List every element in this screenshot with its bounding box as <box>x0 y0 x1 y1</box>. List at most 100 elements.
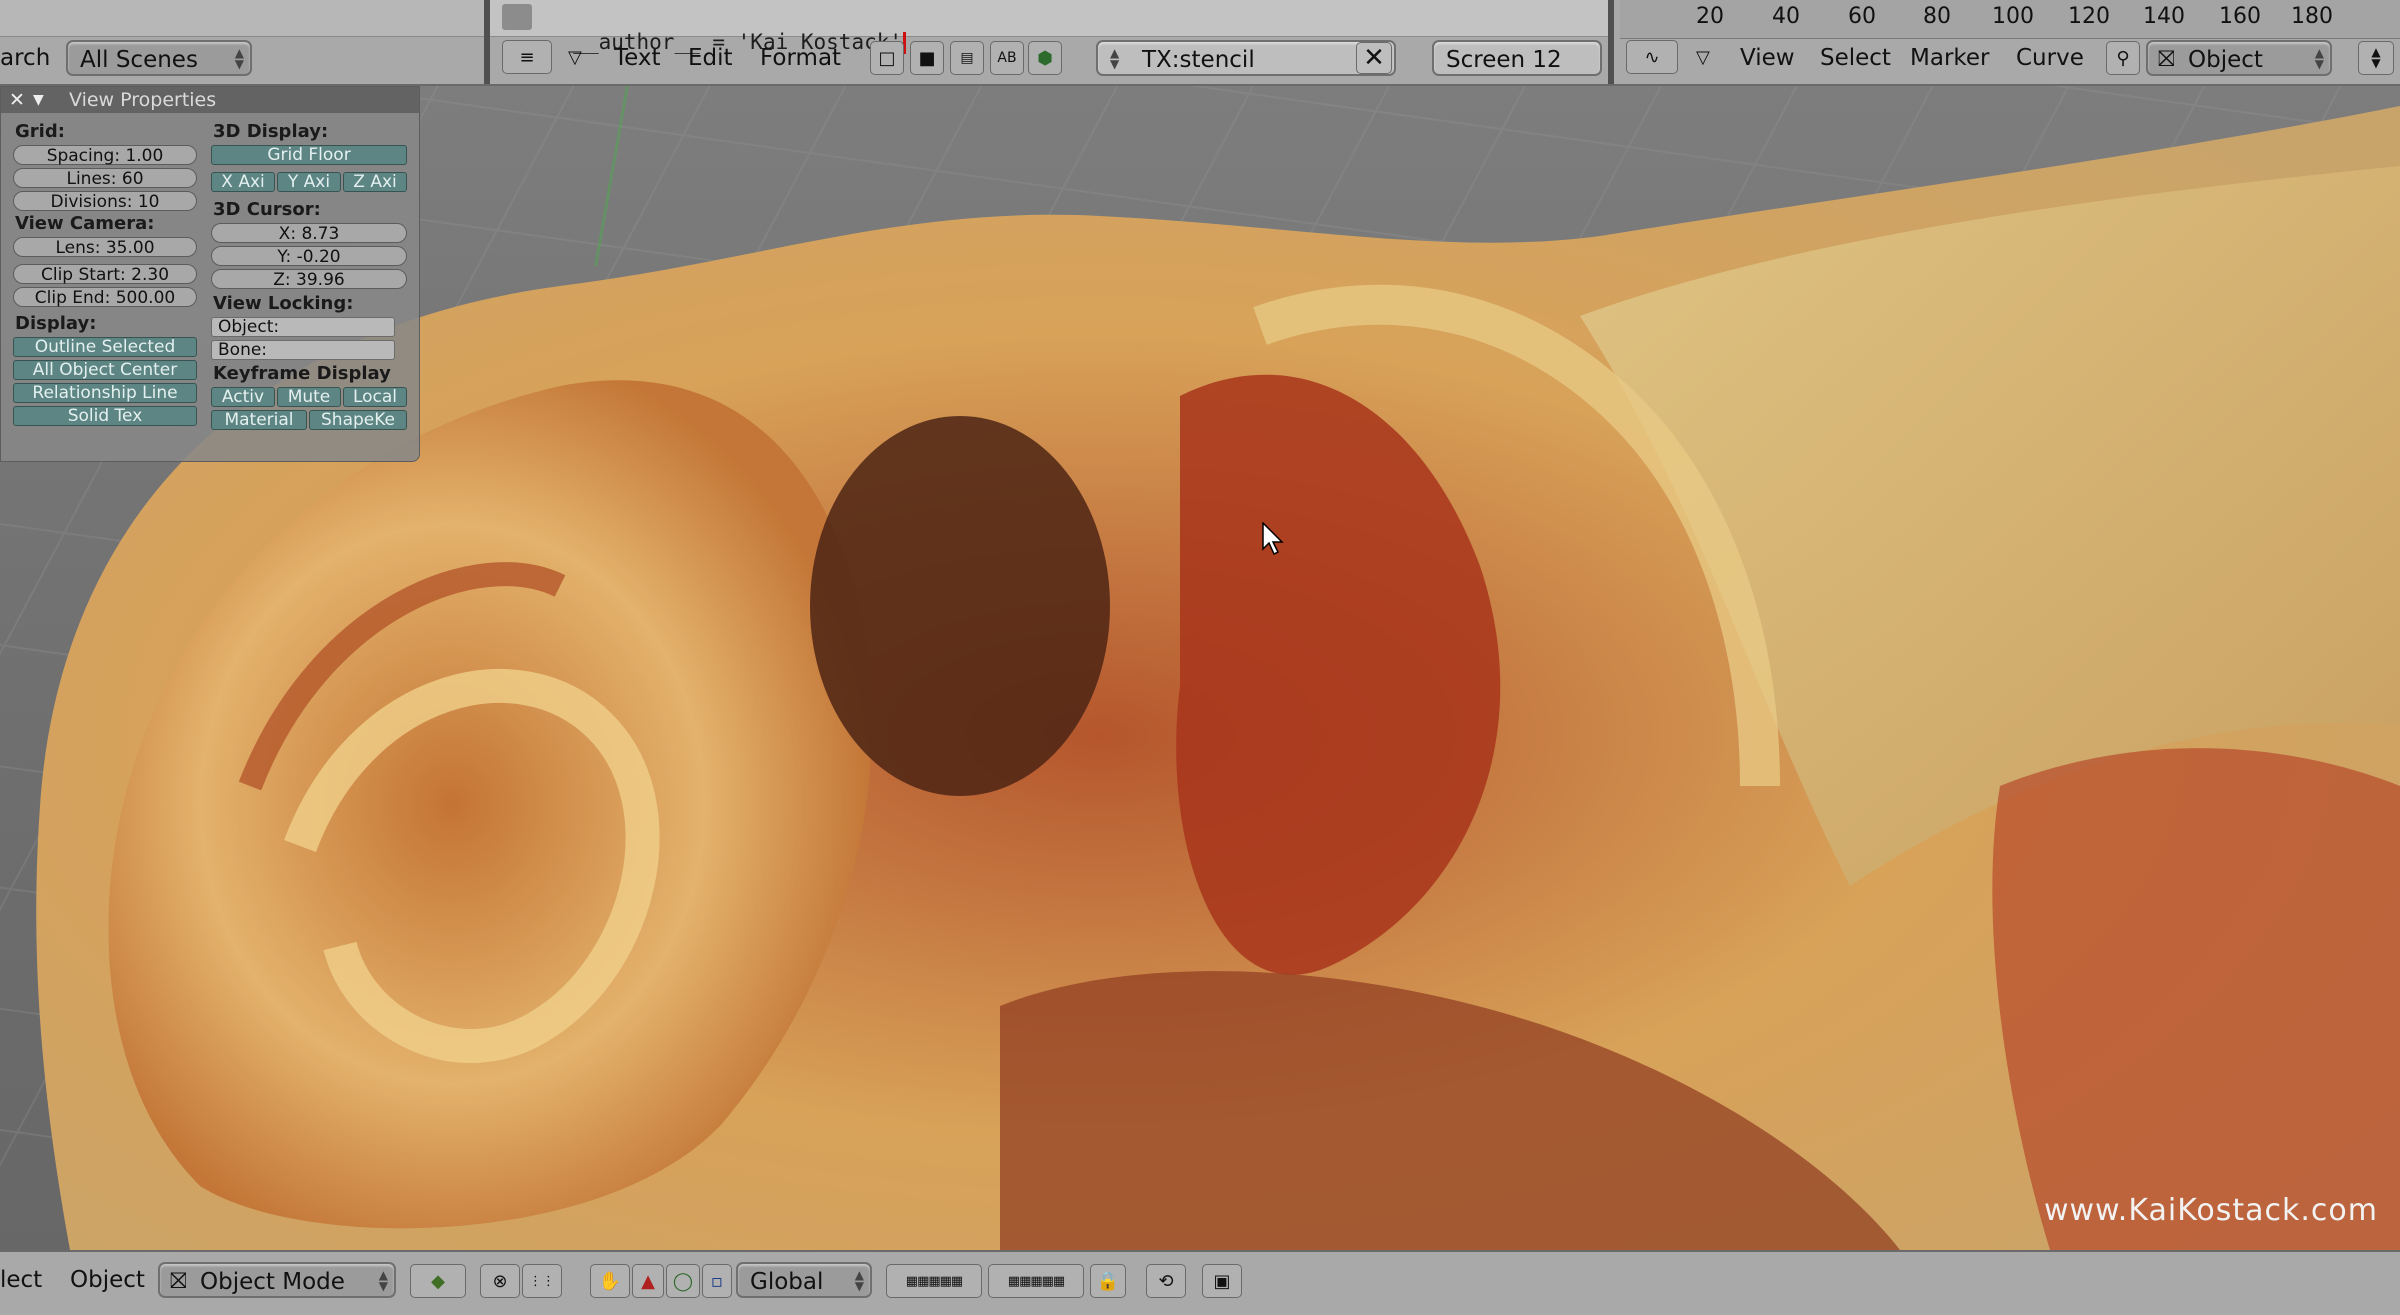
menu-edit[interactable]: Edit <box>688 40 733 76</box>
menu-format[interactable]: Format <box>760 40 841 76</box>
snap-icon[interactable]: ⟲ <box>1146 1264 1186 1298</box>
editor-type-icon: ≡ <box>519 46 535 68</box>
fullscreen-toggle-icon[interactable]: □ <box>870 41 904 75</box>
scene-select-label: All Scenes <box>80 47 198 73</box>
cursor-y-field[interactable]: Y: -0.20 <box>211 246 407 267</box>
grid-lines-field[interactable]: Lines: 60 <box>13 168 197 189</box>
python-icon[interactable]: ⬢ <box>1028 41 1062 75</box>
header-divider <box>1608 0 1614 84</box>
ruler-tick: 100 <box>1992 4 2034 29</box>
object-icon: ⛝ <box>2158 47 2175 72</box>
collapse-triangle-icon[interactable]: ▼ <box>33 87 44 113</box>
lock-object-field[interactable]: Object: <box>211 317 395 337</box>
view-locking-label: View Locking: <box>213 293 354 314</box>
solid-tex-toggle[interactable]: Solid Tex <box>13 406 197 426</box>
keyframe-display-label: Keyframe Display <box>213 363 391 384</box>
keyframe-active-toggle[interactable]: Activ <box>211 387 275 407</box>
ruler-tick: 120 <box>2068 4 2110 29</box>
line-gutter <box>502 4 532 30</box>
info-header-strip <box>0 0 484 37</box>
menu-object[interactable]: Object <box>70 1262 145 1298</box>
extra-options-button[interactable]: ▲ ▼ <box>2358 41 2394 75</box>
screen-field[interactable]: Screen 12 <box>1432 40 1602 76</box>
text-block-select[interactable]: ▲ ▼ TX:stencil <box>1096 40 1396 76</box>
orientation-label: Global <box>750 1269 824 1295</box>
collapse-menu-icon[interactable]: ▽ <box>1696 40 1710 76</box>
scene-select[interactable]: All Scenes ▲ ▼ <box>66 40 252 76</box>
mode-select[interactable]: ⛝ Object Mode ▲ ▼ <box>158 1262 396 1298</box>
z-axis-toggle[interactable]: Z Axi <box>343 172 407 192</box>
keyframe-local-toggle[interactable]: Local <box>343 387 407 407</box>
ruler-tick: 40 <box>1772 4 1800 29</box>
grid-spacing-field[interactable]: Spacing: 1.00 <box>13 145 197 166</box>
3d-viewport[interactable]: www.KaiKostack.com ✕ ▼ View Properties G… <box>0 86 2400 1250</box>
updown-arrows-icon: ▲ ▼ <box>2371 45 2381 70</box>
line-numbers-toggle-icon[interactable]: ■ <box>910 41 944 75</box>
lens-field[interactable]: Lens: 35.00 <box>13 237 197 258</box>
display-label: Display: <box>15 313 97 334</box>
menu-view[interactable]: View <box>1740 40 1795 76</box>
info-header: arch All Scenes ▲ ▼ <box>0 0 484 84</box>
word-wrap-toggle-icon[interactable]: ▤ <box>950 41 984 75</box>
ipo-mode-select[interactable]: ⛝ Object ▲ ▼ <box>2146 40 2332 76</box>
mode-select-label: Object Mode <box>200 1269 345 1295</box>
layer-buttons-group-2[interactable]: ▦▦▦▦▦ <box>988 1264 1084 1298</box>
3d-cursor-label: 3D Cursor: <box>213 199 321 220</box>
neck-muscle <box>1992 748 2400 1250</box>
menu-select[interactable]: Select <box>1820 40 1891 76</box>
relationship-line-toggle[interactable]: Relationship Line <box>13 383 197 403</box>
y-axis-toggle[interactable]: Y Axi <box>277 172 341 192</box>
pivot-button[interactable]: ⊗ <box>480 1264 520 1298</box>
curve-icon: ∿ <box>1644 46 1660 68</box>
x-axis-toggle[interactable]: X Axi <box>211 172 275 192</box>
menu-marker[interactable]: Marker <box>1910 40 1990 76</box>
grid-floor-toggle[interactable]: Grid Floor <box>211 145 407 165</box>
menu-curve[interactable]: Curve <box>2016 40 2084 76</box>
keyframe-material-toggle[interactable]: Material <box>211 410 307 430</box>
cursor-z-field[interactable]: Z: 39.96 <box>211 269 407 290</box>
menu-select-bottom[interactable]: lect <box>0 1262 42 1298</box>
keyframe-mute-toggle[interactable]: Mute <box>277 387 341 407</box>
layer-buttons-group-1[interactable]: ▦▦▦▦▦ <box>886 1264 982 1298</box>
ipo-editor-type-button[interactable]: ∿ <box>1626 40 1678 74</box>
close-icon[interactable]: ✕ <box>1356 42 1392 74</box>
draw-type-button[interactable]: ◆ <box>410 1264 466 1298</box>
updown-arrows-icon: ▲ ▼ <box>854 1268 864 1293</box>
close-icon[interactable]: ✕ <box>9 87 25 113</box>
search-label: arch <box>0 45 51 71</box>
grid-divisions-field[interactable]: Divisions: 10 <box>13 191 197 212</box>
shaded-cube-icon: ◆ <box>431 1270 445 1292</box>
collapse-menu-icon[interactable]: ▽ <box>568 40 582 76</box>
panel-titlebar: ✕ ▼ View Properties <box>1 87 419 113</box>
ruler-tick: 60 <box>1848 4 1876 29</box>
object-mode-icon: ⛝ <box>170 1269 187 1294</box>
ruler-tick: 180 <box>2291 4 2333 29</box>
orientation-select[interactable]: Global ▲ ▼ <box>736 1262 872 1298</box>
clip-start-field[interactable]: Clip Start: 2.30 <box>13 264 197 285</box>
view-camera-label: View Camera: <box>15 213 155 234</box>
outline-selected-toggle[interactable]: Outline Selected <box>13 337 197 357</box>
3d-display-label: 3D Display: <box>213 121 329 142</box>
pin-icon[interactable]: ⚲ <box>2106 41 2140 75</box>
layers-toggle-button[interactable]: ⋮⋮ <box>522 1264 562 1298</box>
hand-icon[interactable]: ✋ <box>590 1264 630 1298</box>
cursor-x-field[interactable]: X: 8.73 <box>211 223 407 244</box>
text-block-name: TX:stencil <box>1142 47 1255 73</box>
camera-icon[interactable]: ▣ <box>1202 1264 1242 1298</box>
mouse-cursor-shape <box>1262 521 1284 556</box>
translate-icon[interactable]: ▲ <box>632 1264 664 1298</box>
all-object-center-toggle[interactable]: All Object Center <box>13 360 197 380</box>
clip-end-field[interactable]: Clip End: 500.00 <box>13 287 197 308</box>
ruler-tick: 140 <box>2143 4 2185 29</box>
editor-type-button[interactable]: ≡ <box>502 40 552 74</box>
syntax-highlight-toggle-icon[interactable]: AB <box>990 41 1024 75</box>
lock-icon[interactable]: 🔒 <box>1090 1264 1126 1298</box>
rotate-icon[interactable]: ◯ <box>666 1264 700 1298</box>
lock-bone-field[interactable]: Bone: <box>211 340 395 360</box>
menu-text[interactable]: Text <box>614 40 661 76</box>
updown-arrows-icon: ▲ ▼ <box>378 1268 388 1293</box>
keyframe-shapekey-toggle[interactable]: ShapeKe <box>309 410 407 430</box>
updown-arrows-icon: ▲ ▼ <box>2314 46 2324 71</box>
scale-icon[interactable]: ▫ <box>702 1264 732 1298</box>
ipo-mode-label: Object <box>2188 47 2263 73</box>
